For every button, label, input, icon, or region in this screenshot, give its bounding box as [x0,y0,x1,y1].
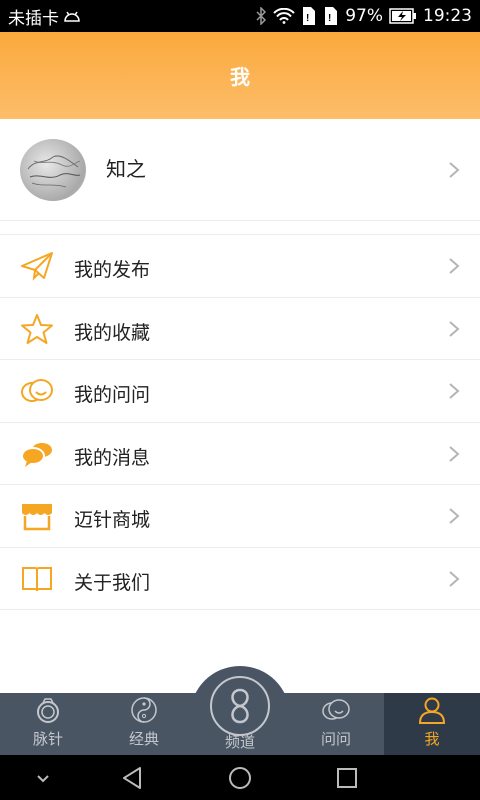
message-bubbles-icon [21,442,52,467]
channel-logo-icon [231,688,249,724]
clock: 19:23 [423,6,472,26]
page-title: 我 [230,65,250,89]
book-icon [22,566,52,591]
menu-item-label: 我的消息 [74,446,151,469]
ring-icon [37,698,59,723]
profile-name: 知之 [106,157,146,181]
chat-bubbles-icon [322,699,350,720]
tab-label: 问问 [320,730,351,748]
star-icon [21,313,53,344]
screen: 未插卡 ! ! 97% 19:23 我 知之 我的发布 我的收藏 我的问问 我的… [0,0,480,800]
menu-item-my-questions[interactable]: 我的问问 [0,360,480,423]
tab-label: 脉针 [32,730,63,748]
svg-text:!: ! [306,13,309,24]
person-icon [418,697,446,724]
yin-yang-icon [131,697,157,723]
menu-item-shop[interactable]: 迈针商城 [0,485,480,548]
chat-bubbles-icon [21,379,53,402]
menu-item-label: 我的问问 [74,384,151,406]
tab-me[interactable]: 我 [384,693,480,755]
menu-item-label: 迈针商城 [74,509,151,531]
tab-channel-label[interactable]: 频道 [192,731,288,752]
shop-icon [22,504,52,531]
menu-item-my-favorites[interactable]: 我的收藏 [0,297,480,360]
chevron-right-icon [449,445,460,462]
app-header: 我 [0,32,480,119]
tab-classics[interactable]: 经典 [96,693,192,755]
system-nav-bar [0,755,480,800]
status-bar: 未插卡 ! ! 97% 19:23 [0,0,480,32]
home-button[interactable] [227,765,253,791]
menu-list: 我的发布 我的收藏 我的问问 我的消息 迈针商城 关于我们 [0,235,480,610]
hide-keyboard-icon[interactable] [30,765,56,791]
menu-item-about-us[interactable]: 关于我们 [0,547,480,610]
bluetooth-icon [256,7,267,25]
carrier-text: 未插卡 [8,8,59,29]
menu-item-label: 我的发布 [74,259,151,281]
chevron-right-icon [449,320,460,337]
back-button[interactable] [120,765,146,791]
avatar[interactable] [20,139,86,201]
section-divider [0,221,480,235]
chevron-right-icon [449,162,460,178]
chevron-right-icon [449,570,460,587]
paper-plane-icon [21,252,53,281]
battery-charging-icon [389,8,416,24]
profile-row[interactable]: 知之 [0,119,480,221]
chevron-right-icon [449,383,460,399]
tab-channel-button[interactable] [210,676,270,736]
tab-label: 我 [424,730,440,748]
menu-item-my-messages[interactable]: 我的消息 [0,422,480,485]
chevron-right-icon [449,258,460,274]
android-debug-icon [64,11,80,22]
chevron-right-icon [449,508,460,524]
menu-item-label: 关于我们 [74,571,151,594]
battery-percent: 97% [345,6,383,26]
tab-label: 经典 [128,730,159,748]
wifi-icon [273,8,295,24]
menu-item-label: 我的收藏 [74,321,151,344]
sim-1-icon: ! [303,7,316,25]
sim-2-icon: ! [325,7,338,25]
recents-button[interactable] [334,765,360,791]
tab-questions[interactable]: 问问 [288,693,384,755]
tab-pulse-needle[interactable]: 脉针 [0,693,96,755]
menu-item-my-posts[interactable]: 我的发布 [0,235,480,298]
svg-text:!: ! [328,13,331,24]
avatar-image [27,155,81,188]
